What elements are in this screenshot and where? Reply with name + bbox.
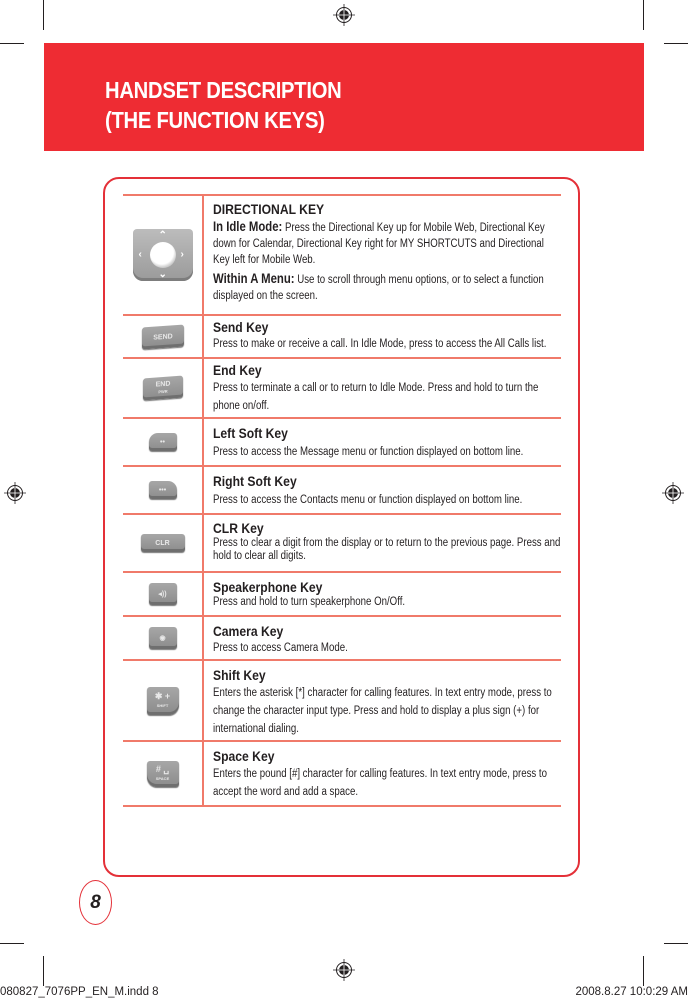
key-title: Space Key [213,749,275,764]
directional-key-icon: ⌃ ⌄ ‹ › [132,229,193,281]
key-title: DIRECTIONAL KEY [213,202,325,217]
end-key-icon: END PWR [142,375,183,401]
key-title: CLR Key [213,521,264,536]
function-keys-table: ⌃ ⌄ ‹ › DIRECTIONAL KEY In Idle Mode: Pr… [123,194,561,807]
space-key-icon: # ␣ SPACE [146,760,179,787]
key-description: Press to access Camera Mode. [213,642,348,654]
crop-mark [664,943,688,944]
key-description-idle: In Idle Mode: Press the Directional Key … [213,219,561,268]
key-title: Right Soft Key [213,474,297,489]
key-row-camera: ◉ Camera Key Press to access Camera Mode… [123,615,561,659]
key-row-speakerphone: ◂)) Speakerphone Key Press and hold to t… [123,571,561,615]
page-number-text: 8 [90,891,101,913]
send-key-icon: SEND [141,324,184,349]
key-row-clr: CLR CLR Key Press to clear a digit from … [123,513,561,571]
clr-key-icon: CLR [140,534,185,552]
key-description-menu: Within A Menu: Use to scroll through men… [213,271,561,304]
crop-mark [0,43,24,44]
key-description: Enters the asterisk [*] character for ca… [213,687,552,735]
key-icon-cell: ⌃ ⌄ ‹ › [123,196,204,314]
key-title: End Key [213,363,262,378]
key-row-directional: ⌃ ⌄ ‹ › DIRECTIONAL KEY In Idle Mode: Pr… [123,194,561,314]
page-title-line1: HANDSET DESCRIPTION [105,77,342,103]
page-number: 8 [79,880,112,925]
key-description: Press to access the Message menu or func… [213,446,524,458]
slug-timestamp: 2008.8.27 10:0:29 AM [575,986,688,998]
section-banner: HANDSET DESCRIPTION (THE FUNCTION KEYS) [44,43,644,151]
key-row-shift: ✱ + SHIFT Shift Key Enters the asterisk [… [123,659,561,740]
key-title: Left Soft Key [213,426,288,441]
key-row-end: END PWR End Key Press to terminate a call… [123,357,561,417]
key-description: Enters the pound [#] character for calli… [213,768,547,798]
slug-filename: 080827_7076PP_EN_M.indd 8 [0,986,159,998]
menu-label: Within A Menu: [213,271,295,286]
crop-mark [43,956,44,986]
registration-mark-icon [4,482,26,504]
crop-mark [664,43,688,44]
registration-mark-icon [333,4,355,26]
key-row-right-soft: ••• Right Soft Key Press to access the C… [123,465,561,513]
key-title: Send Key [213,320,269,335]
key-description: Press and hold to turn speakerphone On/O… [213,596,406,608]
key-row-left-soft: •• Left Soft Key Press to access the Mes… [123,417,561,465]
key-description: Press to access the Contacts menu or fun… [213,494,523,506]
crop-mark [643,0,644,30]
key-row-send: SEND Send Key Press to make or receive a… [123,314,561,357]
key-title: Shift Key [213,668,266,683]
crop-mark [0,943,24,944]
shift-key-icon: ✱ + SHIFT [146,686,179,715]
key-title: Speakerphone Key [213,580,323,595]
key-description: Press to terminate a call or to return t… [213,382,539,412]
page-title: HANDSET DESCRIPTION (THE FUNCTION KEYS) [105,75,342,135]
key-description: Press to clear a digit from the display … [213,537,561,562]
registration-mark-icon [662,482,684,504]
speakerphone-key-icon: ◂)) [148,583,177,605]
key-row-space: # ␣ SPACE Space Key Enters the pound [#] … [123,740,561,807]
left-soft-key-icon: •• [148,433,177,451]
idle-mode-label: In Idle Mode: [213,219,283,234]
crop-mark [643,956,644,986]
registration-mark-icon [333,959,355,981]
page-title-line2: (THE FUNCTION KEYS) [105,107,325,133]
right-soft-key-icon: ••• [148,481,177,499]
crop-mark [43,0,44,30]
key-description: Press to make or receive a call. In Idle… [213,338,547,350]
camera-key-icon: ◉ [148,627,177,649]
key-title: Camera Key [213,624,284,639]
